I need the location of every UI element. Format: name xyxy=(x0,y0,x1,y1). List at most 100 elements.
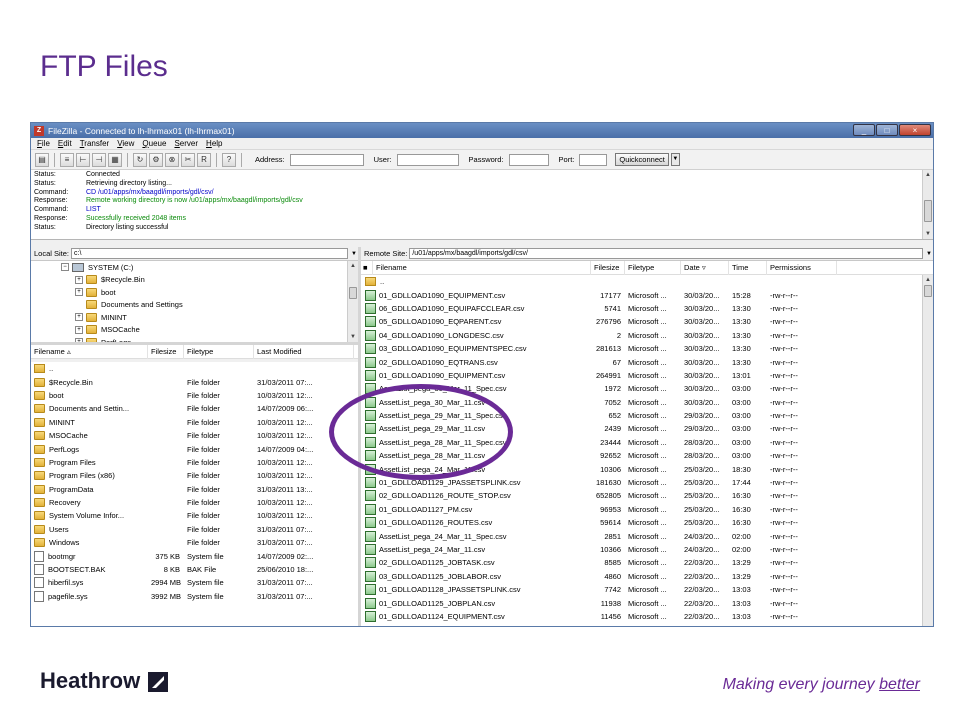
disconnect-icon[interactable]: ✂ xyxy=(181,152,195,167)
col-filetype[interactable]: Filetype xyxy=(625,260,681,275)
expand-icon[interactable]: + xyxy=(75,325,83,334)
remote-file-row[interactable]: 02_GDLLOAD1090_EQTRANS.csv 67 Microsoft ..… xyxy=(361,355,933,368)
scroll-up-icon[interactable]: ▲ xyxy=(923,275,933,285)
local-file-row[interactable]: Program Files (x86) File folder 10/03/2011… xyxy=(31,469,358,482)
process-queue-icon[interactable]: ⚙ xyxy=(149,152,163,167)
col-time[interactable]: Time xyxy=(729,260,767,275)
remote-site-input[interactable]: /u01/apps/mx/baagdl/imports/gdl/csv/ xyxy=(409,248,923,259)
remote-file-row[interactable]: 03_GDLLOAD1090_EQUIPMENTSPEC.csv 281613 Mi… xyxy=(361,342,933,355)
local-file-row[interactable]: PerfLogs File folder 14/07/2009 04:... xyxy=(31,442,358,455)
remote-file-row[interactable]: 02_GDLLOAD1126_ROUTE_STOP.csv 652805 Micro… xyxy=(361,489,933,502)
scroll-down-icon[interactable]: ▼ xyxy=(923,229,933,239)
col-filename[interactable]: Filename xyxy=(373,260,591,275)
remote-file-row[interactable]: 01_GDLLOAD1124_EQUIPMENT.csv 11456 Microso… xyxy=(361,610,933,623)
local-file-row[interactable]: boot File folder 10/03/2011 12:... xyxy=(31,389,358,402)
remote-file-row[interactable]: AssetList_pega_24_Mar_11.csv 10306 Microso… xyxy=(361,462,933,475)
remote-file-row[interactable]: 04_GDLLOAD1090_LONGDESC.csv 2 Microsoft ..… xyxy=(361,329,933,342)
expand-icon[interactable]: + xyxy=(75,338,83,342)
local-file-row[interactable]: MININT File folder 10/03/2011 12:... xyxy=(31,416,358,429)
remote-file-row[interactable]: 02_GDLLOAD1125_JOBTASK.csv 8585 Microsoft … xyxy=(361,556,933,569)
cancel-icon[interactable]: ⊗ xyxy=(165,152,179,167)
toggle-tree-icon[interactable]: ⊢ xyxy=(76,152,90,167)
remote-file-row[interactable]: 06_GDLLOAD1090_EQUIPAFCCLEAR.csv 5741 Micr… xyxy=(361,302,933,315)
scroll-up-icon[interactable]: ▲ xyxy=(348,261,358,271)
menu-help[interactable]: Help xyxy=(206,139,222,148)
expand-icon[interactable]: + xyxy=(75,275,83,284)
tree-item[interactable]: + $Recycle.Bin xyxy=(31,274,358,287)
log-scrollbar[interactable]: ▲ ▼ xyxy=(922,170,933,239)
local-file-row[interactable]: Windows File folder 31/03/2011 07:... xyxy=(31,536,358,549)
expand-icon[interactable]: + xyxy=(75,313,83,322)
menu-edit[interactable]: Edit xyxy=(58,139,72,148)
local-file-row[interactable]: bootmgr 375 KB System file 14/07/2009 02:..… xyxy=(31,549,358,562)
reconnect-icon[interactable]: R xyxy=(197,152,211,167)
remote-file-row[interactable]: AssetList_pega_24_Mar_11.csv 10366 Microso… xyxy=(361,543,933,556)
local-file-row[interactable]: hiberfil.sys 2994 MB System file 31/03/2011… xyxy=(31,576,358,589)
remote-scrollbar[interactable]: ▲ xyxy=(922,275,933,626)
col-filesize[interactable]: Filesize xyxy=(591,260,625,275)
site-manager-icon[interactable]: ▤ xyxy=(35,152,49,167)
remote-file-row[interactable]: AssetList_pega_24_Mar_11_Spec.csv 2851 Mic… xyxy=(361,529,933,542)
tree-scrollbar[interactable]: ▲ ▼ xyxy=(347,261,358,342)
menu-server[interactable]: Server xyxy=(174,139,198,148)
tree-item[interactable]: + MININT xyxy=(31,311,358,324)
menu-file[interactable]: File xyxy=(37,139,50,148)
local-file-row[interactable]: Program Files File folder 10/03/2011 12:..… xyxy=(31,456,358,469)
toggle-log-icon[interactable]: ≡ xyxy=(60,152,74,167)
remote-file-row[interactable]: 01_GDLLOAD1126_ROUTES.csv 59614 Microsoft … xyxy=(361,516,933,529)
tree-item[interactable]: − SYSTEM (C:) xyxy=(31,261,358,274)
refresh-icon[interactable]: ↻ xyxy=(133,152,147,167)
remote-file-row[interactable]: 01_GDLLOAD1129_JPASSETSPLINK.csv 181630 Mi… xyxy=(361,476,933,489)
local-file-row[interactable]: ProgramData File folder 31/03/2011 13:... xyxy=(31,483,358,496)
col-filetype[interactable]: Filetype xyxy=(184,344,254,359)
remote-file-row[interactable]: AssetList_pega_29_Mar_11.csv 2439 Microsof… xyxy=(361,422,933,435)
toggle-remote-tree-icon[interactable]: ⊣ xyxy=(92,152,106,167)
col-filename[interactable]: Filename ▵ xyxy=(31,344,148,359)
remote-file-row[interactable]: .. xyxy=(361,275,933,288)
tree-item[interactable]: + MSOCache xyxy=(31,324,358,337)
local-site-input[interactable]: c:\ xyxy=(71,248,348,259)
tree-item[interactable]: Documents and Settings xyxy=(31,299,358,312)
local-file-row[interactable]: $Recycle.Bin File folder 31/03/2011 07:... xyxy=(31,375,358,388)
remote-file-row[interactable]: 05_GDLLOAD1090_EQPARENT.csv 276796 Microso… xyxy=(361,315,933,328)
local-file-row[interactable]: Documents and Settin... File folder 14/07/… xyxy=(31,402,358,415)
remote-file-row[interactable]: 01_GDLLOAD1128_JPASSETSPLINK.csv 7742 Micr… xyxy=(361,583,933,596)
remote-site-dropdown-icon[interactable]: ▼ xyxy=(925,251,933,257)
filter-icon[interactable]: ? xyxy=(222,152,236,167)
minimize-button[interactable]: _ xyxy=(853,124,875,136)
local-file-row[interactable]: BOOTSECT.BAK 8 KB BAK File 25/06/2010 18:..… xyxy=(31,563,358,576)
remote-file-row[interactable]: 01_GDLLOAD1125_JOBPLAN.csv 11938 Microsoft… xyxy=(361,596,933,609)
menu-transfer[interactable]: Transfer xyxy=(80,139,110,148)
port-input[interactable] xyxy=(579,153,608,166)
local-file-row[interactable]: MSOCache File folder 10/03/2011 12:... xyxy=(31,429,358,442)
remote-file-row[interactable]: 01_GDLLOAD1090_EQUIPMENT.csv 264991 Micros… xyxy=(361,369,933,382)
scroll-down-icon[interactable]: ▼ xyxy=(348,332,358,342)
local-site-dropdown-icon[interactable]: ▼ xyxy=(350,251,358,257)
tree-scroll-thumb[interactable] xyxy=(349,287,357,299)
tree-item[interactable]: + boot xyxy=(31,286,358,299)
quickconnect-dropdown-icon[interactable]: ▼ xyxy=(670,153,680,166)
remote-file-row[interactable]: AssetList_pega_28_Mar_11.csv 92652 Microso… xyxy=(361,449,933,462)
remote-file-row[interactable]: 03_GDLLOAD1125_JOBLABOR.csv 4860 Microsoft… xyxy=(361,570,933,583)
maximize-button[interactable]: □ xyxy=(876,124,898,136)
toggle-queue-icon[interactable]: ▦ xyxy=(108,152,122,167)
col-filesize[interactable]: Filesize xyxy=(148,344,184,359)
remote-file-row[interactable]: AssetList_pega_30_Mar_11.csv 7052 Microsof… xyxy=(361,396,933,409)
log-scroll-thumb[interactable] xyxy=(924,200,932,222)
scroll-up-icon[interactable]: ▲ xyxy=(923,170,933,180)
remote-file-row[interactable]: AssetList_pega_28_Mar_11_Spec.csv 23444 Mi… xyxy=(361,436,933,449)
password-input[interactable] xyxy=(508,153,549,166)
remote-scroll-thumb[interactable] xyxy=(924,285,932,297)
local-file-row[interactable]: .. xyxy=(31,362,358,375)
quickconnect-button[interactable]: Quickconnect xyxy=(615,153,669,166)
local-file-row[interactable]: Recovery File folder 10/03/2011 12:... xyxy=(31,496,358,509)
user-input[interactable] xyxy=(396,153,459,166)
local-file-row[interactable]: pagefile.sys 3992 MB System file 31/03/2011… xyxy=(31,590,358,603)
remote-file-row[interactable]: 01_GDLLOAD1127_PM.csv 96953 Microsoft ... 2… xyxy=(361,503,933,516)
close-button[interactable]: × xyxy=(899,124,931,136)
remote-file-row[interactable]: 01_GDLLOAD1090_EQUIPMENT.csv 17177 Microso… xyxy=(361,288,933,301)
expand-icon[interactable]: + xyxy=(75,288,83,297)
remote-file-row[interactable]: AssetList_pega_29_Mar_11_Spec.csv 652 Micr… xyxy=(361,409,933,422)
local-file-row[interactable]: Users File folder 31/03/2011 07:... xyxy=(31,523,358,536)
local-file-row[interactable]: System Volume Infor... File folder 10/03/2… xyxy=(31,509,358,522)
